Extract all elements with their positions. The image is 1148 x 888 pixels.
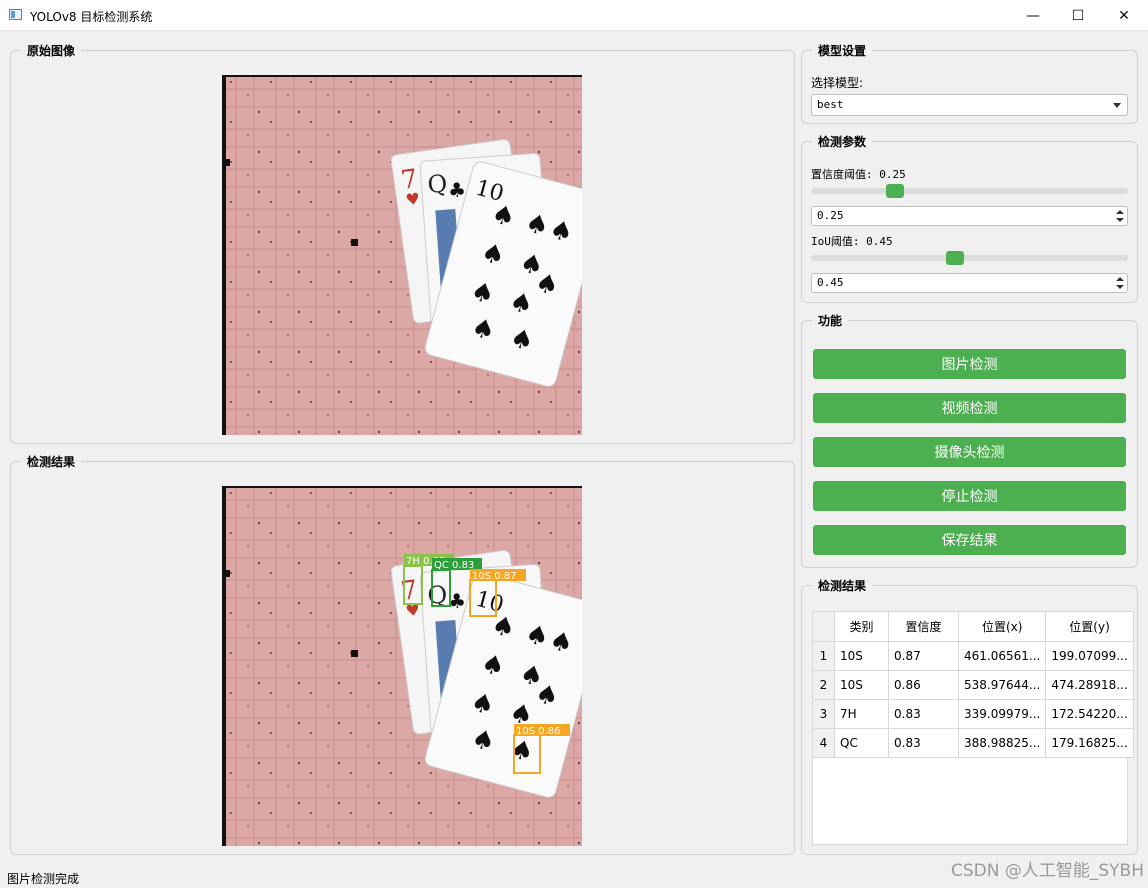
col-header-confidence[interactable]: 置信度 [888, 611, 959, 642]
det-label-10s-b: 10S 0.86 [516, 726, 561, 737]
watermark: CSDN @人工智能_SYBH [951, 861, 1144, 881]
original-image-title: 原始图像 [21, 42, 82, 59]
cell-class[interactable]: 10S [834, 670, 889, 700]
detection-params-group: 检测参数 置信度阈值: 0.25 0.25 IoU阈值: 0.45 0.45 [801, 133, 1138, 303]
results-title: 检测结果 [812, 577, 873, 594]
save-results-button[interactable]: 保存结果 [813, 525, 1126, 555]
original-image: 7 ♥ Q ♣ 10 ♠ ♠ ♠ ♠ ♠ ♠ ♠ ♠ ♠ ♠ [222, 75, 582, 435]
original-image-panel: 原始图像 7 ♥ Q ♣ 10 ♠ ♠ ♠ ♠ ♠ ♠ ♠ ♠ ♠ ♠ [10, 42, 795, 444]
chevron-down-icon [1113, 103, 1121, 108]
iou-threshold-label: IoU阈值: 0.45 [811, 235, 893, 248]
svg-text:♥: ♥ [404, 600, 421, 621]
cell-pos-x[interactable]: 461.06561... [957, 641, 1047, 671]
svg-text:Q: Q [427, 170, 449, 199]
svg-text:♣: ♣ [447, 177, 467, 202]
model-select-label: 选择模型: [811, 76, 864, 90]
conf-slider[interactable] [811, 184, 1128, 198]
iou-slider-handle[interactable] [945, 251, 964, 265]
image-detect-button[interactable]: 图片检测 [813, 349, 1126, 379]
table-row[interactable]: 2 10S 0.86 538.97644... 474.28918... [812, 670, 1134, 700]
table-row[interactable]: 1 10S 0.87 461.06561... 199.07099... [812, 641, 1134, 671]
model-settings-group: 模型设置 选择模型: best [801, 42, 1138, 124]
cell-pos-y[interactable]: 179.16825... [1045, 728, 1134, 758]
table-row[interactable]: 3 7H 0.83 339.09979... 172.54220... [812, 699, 1134, 729]
maximize-button[interactable]: ☐ [1055, 0, 1101, 31]
table-row[interactable]: 4 QC 0.83 388.98825... 179.16825... [812, 728, 1134, 758]
conf-threshold-label: 置信度阈值: 0.25 [811, 168, 906, 181]
functions-group: 功能 图片检测 视频检测 摄像头检测 停止检测 保存结果 [801, 312, 1138, 568]
results-table[interactable]: 类别 置信度 位置(x) 位置(y) 1 10S 0.87 461.06561.… [812, 611, 1134, 758]
row-number[interactable]: 3 [812, 699, 835, 729]
conf-spinbox[interactable]: 0.25 [811, 206, 1128, 226]
svg-text:♥: ♥ [404, 189, 421, 210]
cell-confidence[interactable]: 0.83 [888, 728, 959, 758]
functions-title: 功能 [812, 312, 849, 329]
cell-class[interactable]: QC [834, 728, 889, 758]
conf-slider-handle[interactable] [885, 184, 904, 198]
model-select-value: best [817, 98, 844, 111]
det-label-qc: QC 0.83 [434, 560, 474, 571]
col-header-pos-x[interactable]: 位置(x) [957, 611, 1047, 642]
cell-confidence[interactable]: 0.86 [888, 670, 959, 700]
model-select[interactable]: best [811, 94, 1128, 116]
col-header-pos-y[interactable]: 位置(y) [1045, 611, 1134, 642]
cell-pos-x[interactable]: 388.98825... [957, 728, 1047, 758]
cell-pos-y[interactable]: 172.54220... [1045, 699, 1134, 729]
video-detect-button[interactable]: 视频检测 [813, 393, 1126, 423]
model-settings-title: 模型设置 [812, 42, 873, 59]
spin-down-icon[interactable] [1116, 285, 1124, 289]
close-button[interactable]: ✕ [1101, 0, 1147, 31]
title-bar: YOLOv8 目标检测系统 — ☐ ✕ [0, 0, 1148, 31]
status-bar-text: 图片检测完成 [7, 872, 80, 886]
spin-up-icon[interactable] [1116, 277, 1124, 281]
cell-pos-y[interactable]: 199.07099... [1045, 641, 1134, 671]
detection-params-title: 检测参数 [812, 133, 873, 150]
row-number[interactable]: 2 [812, 670, 835, 700]
table-corner[interactable] [812, 611, 835, 642]
detection-result-title: 检测结果 [21, 453, 82, 470]
result-image: 7 ♥ Q ♣ 10 ♠ ♠ ♠ ♠ ♠ ♠ ♠ ♠ ♠ ♠ 7H 0.83 Q… [222, 486, 582, 846]
cell-class[interactable]: 7H [834, 699, 889, 729]
conf-spinbox-value: 0.25 [817, 209, 844, 222]
spin-up-icon[interactable] [1116, 210, 1124, 214]
results-group: 检测结果 类别 置信度 位置(x) 位置(y) 1 10S 0.87 461.0… [801, 577, 1138, 855]
detection-result-panel: 检测结果 7 ♥ Q ♣ 10 ♠ ♠ ♠ ♠ ♠ ♠ ♠ ♠ ♠ ♠ 7H 0… [10, 453, 795, 855]
minimize-button[interactable]: — [1010, 0, 1056, 31]
stop-detect-button[interactable]: 停止检测 [813, 481, 1126, 511]
cell-confidence[interactable]: 0.83 [888, 699, 959, 729]
camera-detect-button[interactable]: 摄像头检测 [813, 437, 1126, 467]
cell-pos-y[interactable]: 474.28918... [1045, 670, 1134, 700]
window-title: YOLOv8 目标检测系统 [30, 10, 153, 24]
app-icon [9, 9, 22, 20]
table-header-row: 类别 置信度 位置(x) 位置(y) [812, 611, 1134, 642]
row-number[interactable]: 4 [812, 728, 835, 758]
cell-confidence[interactable]: 0.87 [888, 641, 959, 671]
det-label-10s-a: 10S 0.87 [472, 571, 517, 582]
iou-spinbox-value: 0.45 [817, 276, 844, 289]
col-header-class[interactable]: 类别 [834, 611, 889, 642]
iou-slider[interactable] [811, 251, 1128, 265]
spin-down-icon[interactable] [1116, 218, 1124, 222]
row-number[interactable]: 1 [812, 641, 835, 671]
cell-pos-x[interactable]: 538.97644... [957, 670, 1047, 700]
cell-class[interactable]: 10S [834, 641, 889, 671]
iou-spinbox[interactable]: 0.45 [811, 273, 1128, 293]
cell-pos-x[interactable]: 339.09979... [957, 699, 1047, 729]
